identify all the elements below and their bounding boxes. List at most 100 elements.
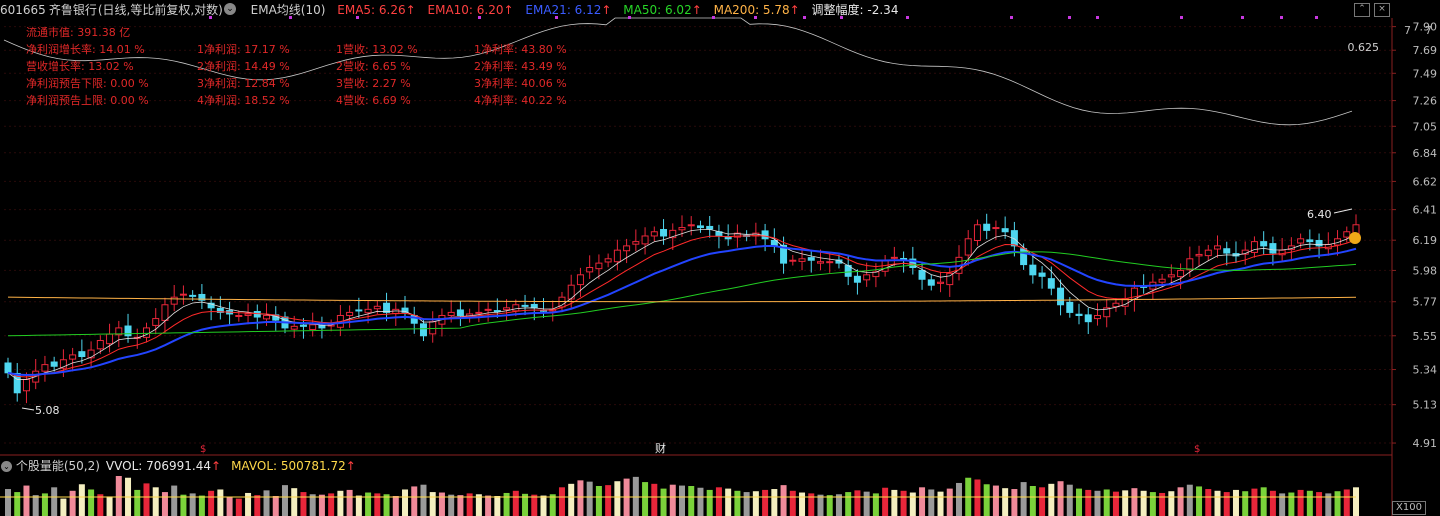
ema10-text: EMA10: 6.20 bbox=[427, 3, 504, 17]
price-axis-label: 5.77 bbox=[1413, 296, 1438, 309]
candle-body bbox=[355, 309, 363, 312]
candle-body bbox=[87, 349, 95, 359]
volume-scale-button[interactable]: X100 bbox=[1392, 501, 1426, 515]
volume-bar bbox=[734, 490, 741, 516]
volume-bar bbox=[78, 484, 85, 516]
volume-bar bbox=[1343, 489, 1350, 516]
fund-col4: 1净利率: 43.80 % 2净利率: 43.49 % 3净利率: 40.06 … bbox=[474, 41, 567, 109]
volume-bar bbox=[438, 492, 445, 516]
event-marker bbox=[1280, 16, 1283, 19]
volume-bar bbox=[715, 487, 722, 516]
volume-bar bbox=[845, 492, 852, 516]
volume-bar bbox=[1112, 491, 1119, 516]
ema10-arrow: ↑ bbox=[503, 3, 514, 17]
volume-bar bbox=[1306, 490, 1313, 516]
price-axis-label: 7.05 bbox=[1413, 120, 1438, 133]
volume-bar bbox=[318, 494, 325, 516]
chart-collapse-button[interactable]: ⌃ bbox=[1354, 3, 1370, 17]
volume-bar bbox=[771, 489, 778, 516]
ma200-arrow: ↑ bbox=[789, 3, 800, 17]
indicator-dropdown-icon[interactable]: ⌄ bbox=[224, 3, 236, 15]
volume-bar bbox=[540, 495, 547, 516]
volume-bar bbox=[955, 482, 962, 516]
price-axis-label: 6.19 bbox=[1413, 234, 1438, 247]
candle-body bbox=[161, 304, 169, 321]
volume-bar bbox=[1260, 487, 1267, 516]
candle-body bbox=[1084, 314, 1092, 323]
volume-bar bbox=[679, 485, 685, 516]
volume-title[interactable]: 个股量能(50,2) bbox=[16, 459, 100, 473]
volume-bar bbox=[512, 490, 519, 516]
ema21-line bbox=[7, 245, 1357, 377]
candle-body bbox=[586, 266, 594, 273]
volume-bar bbox=[799, 492, 806, 516]
volume-bar bbox=[780, 485, 787, 516]
volume-bar bbox=[383, 494, 390, 516]
candle-body bbox=[1038, 272, 1046, 277]
volume-bar bbox=[475, 494, 482, 516]
volume-bar bbox=[411, 486, 418, 516]
volume-bar bbox=[245, 492, 252, 516]
axis-extra-1: 7 bbox=[1404, 24, 1411, 37]
candle-body bbox=[1204, 249, 1212, 257]
volume-dropdown-icon[interactable]: ⌄ bbox=[1, 461, 12, 472]
candle-body bbox=[1001, 228, 1009, 233]
candle-body bbox=[1112, 302, 1120, 308]
dividend-marker: $ bbox=[1194, 444, 1200, 455]
candle-body bbox=[456, 309, 464, 316]
volume-bar bbox=[577, 480, 584, 516]
candle-body bbox=[1269, 243, 1277, 254]
volume-bar bbox=[1149, 492, 1156, 516]
volume-bar bbox=[88, 489, 95, 516]
volume-bar bbox=[272, 496, 279, 516]
ema10-value: EMA10: 6.20↑ bbox=[428, 3, 514, 17]
volume-bar bbox=[226, 496, 233, 516]
candle-body bbox=[373, 305, 381, 310]
volume-bar bbox=[309, 494, 316, 516]
axis-extra-2: 7 bbox=[1425, 24, 1432, 37]
volume-bar bbox=[1177, 487, 1184, 516]
candle-body bbox=[69, 354, 77, 360]
candle-body bbox=[650, 231, 658, 237]
candle-body bbox=[22, 378, 30, 392]
volume-bar bbox=[919, 487, 926, 516]
volume-bar bbox=[789, 490, 796, 516]
volume-bar bbox=[549, 494, 556, 516]
volume-bar bbox=[263, 490, 270, 516]
volume-bar bbox=[632, 476, 639, 516]
volume-bar bbox=[1186, 484, 1193, 516]
volume-bar bbox=[1242, 491, 1249, 516]
ma50-arrow: ↑ bbox=[691, 3, 702, 17]
volume-bar bbox=[743, 492, 750, 516]
fund-market-cap: 流通市值: 391.38 亿 bbox=[26, 26, 131, 39]
event-marker bbox=[1010, 16, 1013, 19]
candle-body bbox=[106, 333, 114, 345]
volume-bar bbox=[115, 476, 122, 516]
volume-bar bbox=[1066, 484, 1073, 516]
volume-bar bbox=[97, 494, 104, 516]
candle-body bbox=[364, 308, 372, 314]
candle-body bbox=[641, 235, 649, 245]
indicator-name[interactable]: EMA均线(10) bbox=[251, 3, 326, 17]
candle-body bbox=[1057, 287, 1065, 306]
candle-body bbox=[927, 279, 935, 286]
candle-body bbox=[1297, 238, 1305, 244]
chart-close-button[interactable]: × bbox=[1374, 3, 1390, 17]
volume-bar bbox=[558, 487, 565, 516]
candle-body bbox=[512, 304, 520, 312]
volume-bar bbox=[891, 489, 898, 516]
volume-bar bbox=[51, 487, 58, 516]
volume-bar bbox=[1002, 488, 1009, 516]
volume-bar bbox=[235, 498, 242, 516]
volume-bar bbox=[1316, 492, 1323, 516]
candle-body bbox=[1186, 258, 1194, 271]
event-marker bbox=[1241, 16, 1244, 19]
ema21-arrow: ↑ bbox=[601, 3, 612, 17]
volume-bar bbox=[706, 489, 713, 516]
volume-bar bbox=[365, 492, 372, 516]
volume-header: ⌄ 个股量能(50,2) VVOL: 706991.44↑ MAVOL: 50078… bbox=[0, 458, 356, 474]
volume-bar bbox=[1029, 486, 1036, 516]
signal-badge-icon bbox=[1349, 232, 1361, 244]
event-marker bbox=[1068, 16, 1071, 19]
volume-bar bbox=[198, 495, 205, 516]
